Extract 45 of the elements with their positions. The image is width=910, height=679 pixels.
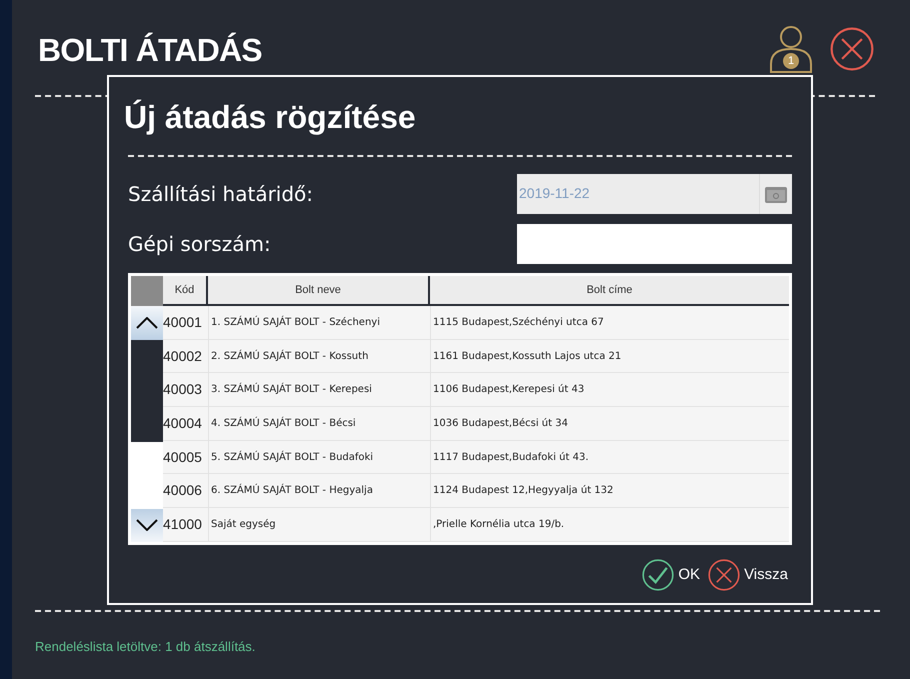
input-field[interactable] xyxy=(517,224,792,264)
table-cell: 1124 Budapest 12,Hegyyalja út 132 xyxy=(430,474,789,508)
table-cell: 5. SZÁMÚ SAJÁT BOLT - Budafoki xyxy=(208,440,430,474)
table-cell: 1115 Budapest,Széchényi utca 67 xyxy=(430,306,789,339)
scroll-down-icon[interactable] xyxy=(136,519,158,532)
column-header[interactable]: Kód xyxy=(163,276,206,306)
table-cell-text: 40002 xyxy=(163,346,203,366)
scroll-down-button[interactable] xyxy=(131,508,163,542)
check-icon xyxy=(642,558,674,591)
table-cell-text: 40006 xyxy=(163,481,203,500)
table-cell: 3. SZÁMÚ SAJÁT BOLT - Kerepesi xyxy=(208,373,430,406)
column-header[interactable]: Bolt címe xyxy=(430,276,789,306)
ok-button[interactable]: OK xyxy=(642,558,700,591)
table-cell: 1161 Budapest,Kossuth Lajos utca 21 xyxy=(430,340,789,372)
scroll-up-icon[interactable] xyxy=(136,317,158,329)
table-cell-text: 40001 xyxy=(163,312,203,332)
table-cell: Saját egység xyxy=(208,508,430,541)
table-cell-text: 40003 xyxy=(163,380,203,400)
column-header[interactable]: Bolt neve xyxy=(208,276,428,306)
table-cell-text: 40004 xyxy=(163,414,203,433)
table-cell: 1036 Budapest,Bécsi út 34 xyxy=(430,407,789,440)
close-icon[interactable] xyxy=(830,27,874,71)
table-corner xyxy=(131,276,163,306)
user-icon[interactable] xyxy=(768,24,814,74)
table-cell: 1117 Budapest,Budafoki út 43. xyxy=(430,440,789,474)
field-value: 2019-11-22 xyxy=(519,185,590,201)
table-cell: 6. SZÁMÚ SAJÁT BOLT - Hegyalja xyxy=(208,474,430,508)
scroll-up-button[interactable] xyxy=(131,306,163,340)
field-label: Szállítási határidő: xyxy=(128,181,314,208)
page-title: BOLTI ÁTADÁS xyxy=(38,31,262,70)
field-label: Gépi sorszám: xyxy=(128,231,271,258)
table-cell: ,Prielle Kornélia utca 19/b. xyxy=(430,508,789,541)
scroll-thumb[interactable] xyxy=(131,340,163,442)
status-message: Rendeléslista letöltve: 1 db átszállítás. xyxy=(35,638,256,656)
table-cell: 1106 Budapest,Kerepesi út 43 xyxy=(430,373,789,406)
calendar-icon xyxy=(765,185,787,203)
dialog-title: Új átadás rögzítése xyxy=(124,98,417,137)
table-cell: 1. SZÁMÚ SAJÁT BOLT - Széchenyi xyxy=(208,306,430,339)
cancel-icon[interactable] xyxy=(708,558,740,591)
table-cell: 2. SZÁMÚ SAJÁT BOLT - Kossuth xyxy=(208,340,430,372)
back-button[interactable]: Vissza xyxy=(708,558,788,591)
table-cell-text: 41000 xyxy=(163,514,203,534)
table-cell: 4. SZÁMÚ SAJÁT BOLT - Bécsi xyxy=(208,407,430,440)
user-count: 1 xyxy=(786,54,796,69)
table-cell-text: 40005 xyxy=(163,448,203,467)
